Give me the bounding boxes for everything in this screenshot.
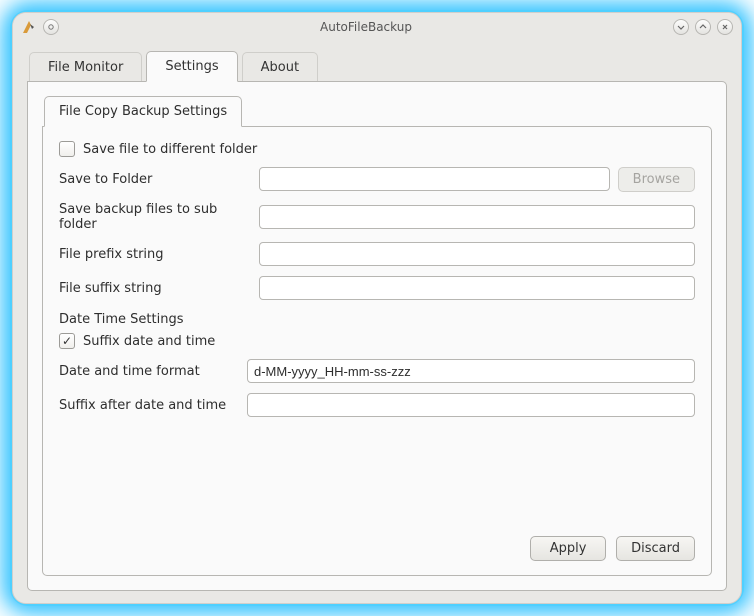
app-icon xyxy=(21,19,37,35)
save-different-folder-checkbox[interactable] xyxy=(59,141,75,157)
datetime-settings-heading: Date Time Settings xyxy=(59,312,695,327)
maximize-icon[interactable] xyxy=(695,19,711,35)
suffix-datetime-label: Suffix date and time xyxy=(83,334,215,349)
minimize-icon[interactable] xyxy=(673,19,689,35)
titlebar: AutoFileBackup xyxy=(13,13,741,41)
file-copy-backup-panel: Save file to different folder Save to Fo… xyxy=(42,126,712,576)
save-backup-sub-label: Save backup files to sub folder xyxy=(59,202,259,232)
dropdown-icon[interactable] xyxy=(43,19,59,35)
settings-panel: File Copy Backup Settings Save file to d… xyxy=(27,81,727,591)
file-prefix-label: File prefix string xyxy=(59,247,259,262)
apply-button[interactable]: Apply xyxy=(530,536,606,561)
save-to-folder-input[interactable] xyxy=(259,167,610,191)
tab-about[interactable]: About xyxy=(242,52,318,83)
close-icon[interactable] xyxy=(717,19,733,35)
dialog-buttons: Apply Discard xyxy=(59,526,695,561)
window-title: AutoFileBackup xyxy=(59,20,673,34)
file-suffix-label: File suffix string xyxy=(59,281,259,296)
datetime-format-label: Date and time format xyxy=(59,364,247,379)
datetime-format-input[interactable] xyxy=(247,359,695,383)
suffix-datetime-checkbox[interactable]: ✓ xyxy=(59,333,75,349)
tab-file-monitor[interactable]: File Monitor xyxy=(29,52,142,83)
browse-button: Browse xyxy=(618,167,695,192)
tab-settings[interactable]: Settings xyxy=(146,51,237,82)
main-tabs: File Monitor Settings About xyxy=(29,51,727,82)
save-different-folder-label: Save file to different folder xyxy=(83,142,257,157)
suffix-after-input[interactable] xyxy=(247,393,695,417)
window: AutoFileBackup File Monitor Settings Abo… xyxy=(12,12,742,604)
save-to-folder-label: Save to Folder xyxy=(59,172,259,187)
discard-button[interactable]: Discard xyxy=(616,536,695,561)
tab-file-copy-backup-settings[interactable]: File Copy Backup Settings xyxy=(44,96,242,127)
file-prefix-input[interactable] xyxy=(259,242,695,266)
file-suffix-input[interactable] xyxy=(259,276,695,300)
suffix-after-label: Suffix after date and time xyxy=(59,398,247,413)
save-backup-sub-input[interactable] xyxy=(259,205,695,229)
